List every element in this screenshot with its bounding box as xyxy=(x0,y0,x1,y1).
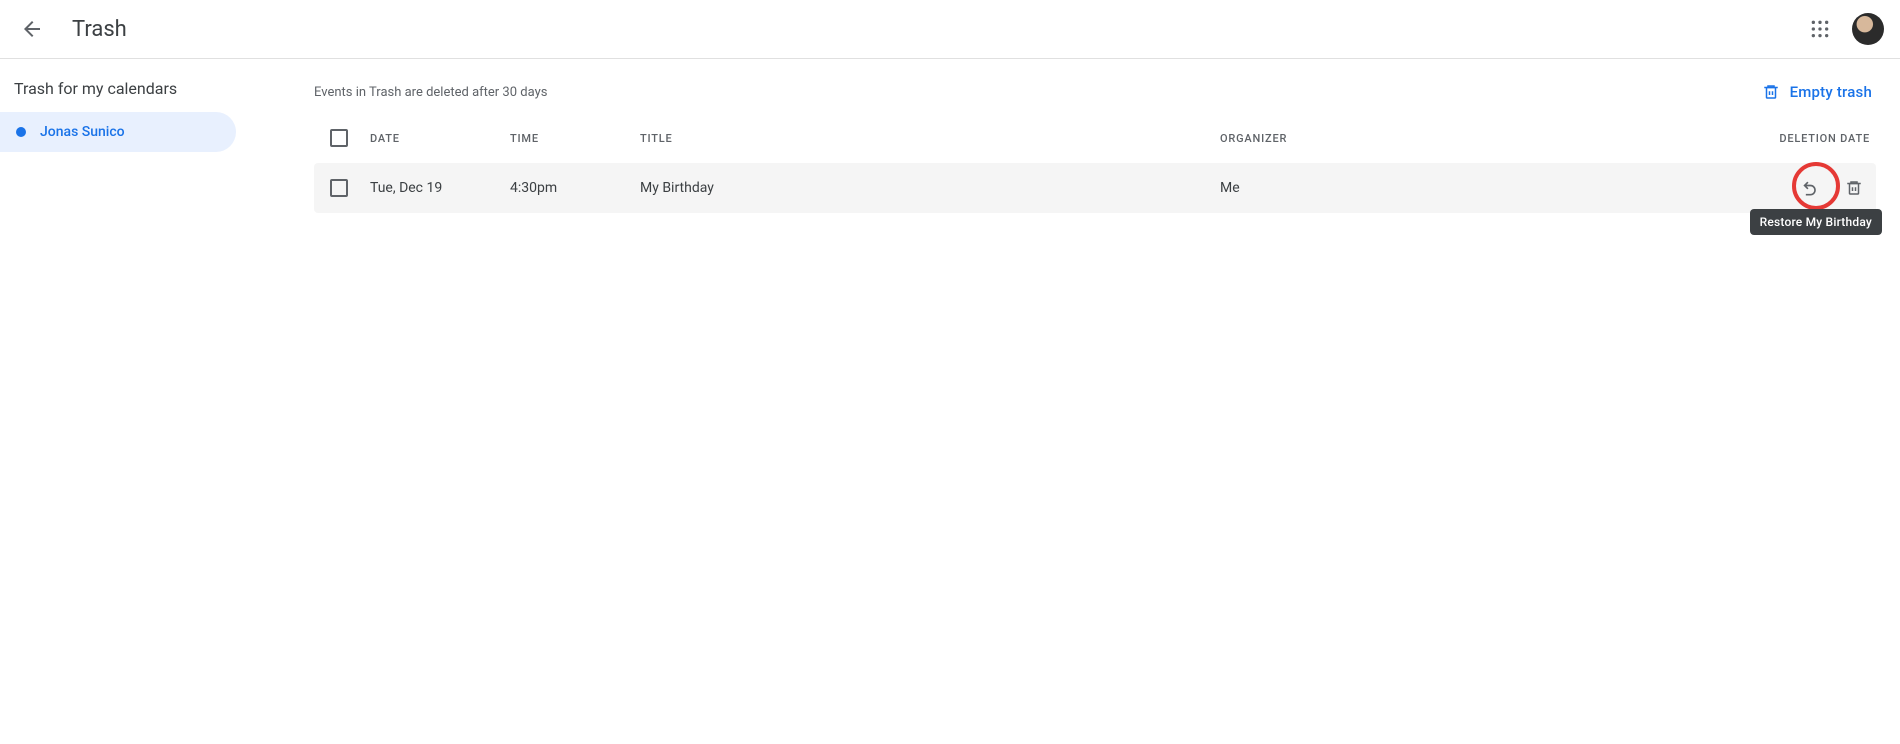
row-title: My Birthday xyxy=(640,180,1220,196)
app-bar: Trash xyxy=(0,0,1900,59)
sidebar-item-label: Jonas Sunico xyxy=(40,124,125,140)
table-row[interactable]: Tue, Dec 19 4:30pm My Birthday Me Restor… xyxy=(314,163,1876,213)
main-panel: Events in Trash are deleted after 30 day… xyxy=(298,59,1900,744)
appbar-right xyxy=(1800,9,1884,49)
delete-forever-button[interactable] xyxy=(1836,170,1872,206)
select-all-checkbox[interactable] xyxy=(330,129,348,147)
calendar-color-dot xyxy=(16,127,26,137)
back-button[interactable] xyxy=(12,9,52,49)
row-date: Tue, Dec 19 xyxy=(370,180,510,196)
account-avatar[interactable] xyxy=(1852,13,1884,45)
google-apps-button[interactable] xyxy=(1800,9,1840,49)
restore-button[interactable] xyxy=(1792,170,1828,206)
col-header-title: TITLE xyxy=(640,132,1220,145)
trash-notice: Events in Trash are deleted after 30 day… xyxy=(314,85,547,100)
table-header: DATE TIME TITLE ORGANIZER DELETION DATE xyxy=(314,113,1876,163)
col-header-time: TIME xyxy=(510,132,640,145)
col-header-deletion-date: DELETION DATE xyxy=(1430,132,1876,145)
row-actions xyxy=(1430,170,1876,206)
col-header-organizer: ORGANIZER xyxy=(1220,132,1430,145)
row-organizer: Me xyxy=(1220,180,1430,196)
row-time: 4:30pm xyxy=(510,180,640,196)
trash-icon xyxy=(1845,179,1863,197)
sidebar-heading: Trash for my calendars xyxy=(0,79,298,112)
empty-trash-button[interactable]: Empty trash xyxy=(1762,83,1872,101)
sidebar: Trash for my calendars Jonas Sunico xyxy=(0,59,298,744)
page-title: Trash xyxy=(72,17,127,42)
arrow-back-icon xyxy=(20,17,44,41)
sidebar-item-jonas-sunico[interactable]: Jonas Sunico xyxy=(0,112,236,152)
trash-icon xyxy=(1762,83,1780,101)
row-checkbox[interactable] xyxy=(330,179,348,197)
trash-table: DATE TIME TITLE ORGANIZER DELETION DATE … xyxy=(314,113,1876,213)
restore-tooltip: Restore My Birthday xyxy=(1750,209,1882,235)
empty-trash-label: Empty trash xyxy=(1790,83,1872,101)
col-header-date: DATE xyxy=(370,132,510,145)
content-area: Trash for my calendars Jonas Sunico Even… xyxy=(0,59,1900,744)
notice-row: Events in Trash are deleted after 30 day… xyxy=(314,83,1876,101)
apps-grid-icon xyxy=(1810,19,1830,39)
undo-icon xyxy=(1800,178,1820,198)
